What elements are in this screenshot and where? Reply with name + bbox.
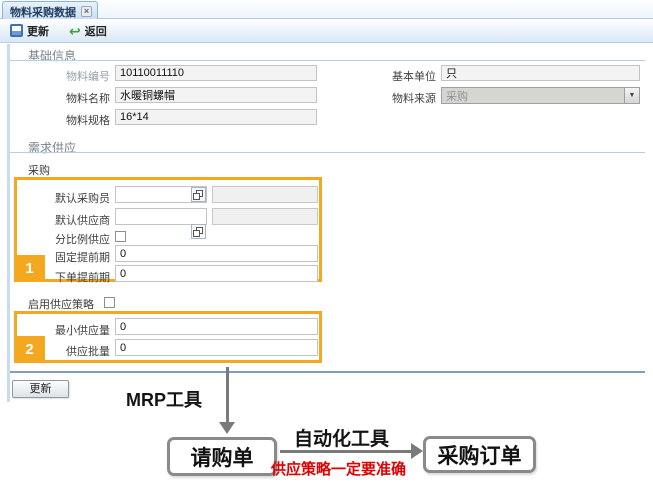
base-unit-field[interactable] <box>441 65 640 81</box>
close-icon[interactable]: × <box>81 6 92 17</box>
section-demand-supply: 需求供应 <box>28 141 77 155</box>
material-name-label: 物料名称 <box>66 93 110 105</box>
badge-1: 1 <box>14 255 45 282</box>
order-leadtime-field[interactable] <box>115 265 318 282</box>
min-supply-field[interactable] <box>115 318 318 335</box>
down-arrow-line <box>226 367 229 423</box>
footer-update-button[interactable]: 更新 <box>12 380 69 398</box>
material-name-field[interactable] <box>115 87 317 103</box>
purchase-order-box: 采购订单 <box>423 436 536 473</box>
save-icon <box>10 24 23 37</box>
buyer-lookup-icon[interactable] <box>191 187 206 202</box>
purchase-requisition-box: 请购单 <box>167 437 277 476</box>
material-no-label: 物料编号 <box>66 71 110 83</box>
material-no-field[interactable] <box>115 65 317 81</box>
default-buyer-display <box>212 186 318 203</box>
tab-material-purchase-data[interactable]: 物料采购数据 × <box>2 1 98 19</box>
mrp-tool-label: MRP工具 <box>126 390 202 410</box>
order-leadtime-label: 下单提前期 <box>55 272 110 284</box>
ratio-supply-label: 分比例供应 <box>55 234 110 246</box>
base-unit-label: 基本单位 <box>392 71 436 83</box>
footer-divider <box>10 371 645 373</box>
supplier-lookup-icon[interactable] <box>191 224 206 239</box>
material-source-dropdown[interactable]: 采购 ▼ <box>441 87 640 104</box>
back-button[interactable]: ↩ 返回 <box>66 21 110 41</box>
material-source-label: 物料来源 <box>392 93 436 105</box>
enable-supply-policy-checkbox[interactable] <box>104 297 115 308</box>
material-spec-label: 物料规格 <box>66 115 110 127</box>
fixed-leadtime-label: 固定提前期 <box>55 252 110 264</box>
min-supply-label: 最小供应量 <box>55 325 110 337</box>
enable-supply-policy-label: 启用供应策略 <box>28 299 94 311</box>
down-arrow-head <box>219 422 235 434</box>
right-arrow-head <box>411 443 423 459</box>
back-button-label: 返回 <box>84 25 107 38</box>
section-basic-info: 基础信息 <box>28 49 77 63</box>
default-supplier-field[interactable] <box>115 208 207 225</box>
default-buyer-label: 默认采购员 <box>55 193 110 205</box>
material-source-value: 采购 <box>446 90 468 103</box>
back-arrow-icon: ↩ <box>69 22 81 39</box>
automation-tool-label: 自动化工具 <box>294 429 390 450</box>
section-basic-underline <box>10 60 645 61</box>
chevron-down-icon[interactable]: ▼ <box>624 88 639 103</box>
ratio-supply-checkbox[interactable] <box>115 231 126 242</box>
section-demand-underline <box>10 152 645 153</box>
purchase-group-label: 采购 <box>28 165 50 177</box>
tab-title: 物料采购数据 <box>10 6 76 19</box>
default-supplier-label: 默认供应商 <box>55 215 110 227</box>
default-supplier-display <box>212 208 318 225</box>
warning-text: 供应策略一定要准确 <box>271 461 407 478</box>
update-button[interactable]: 更新 <box>7 21 52 41</box>
material-spec-field[interactable] <box>115 109 317 125</box>
supply-batch-label: 供应批量 <box>66 346 110 358</box>
toolbar: 更新 ↩ 返回 <box>0 19 653 43</box>
fixed-leadtime-field[interactable] <box>115 245 318 262</box>
badge-2: 2 <box>14 336 45 363</box>
update-button-label: 更新 <box>27 25 49 38</box>
supply-batch-field[interactable] <box>115 339 318 356</box>
